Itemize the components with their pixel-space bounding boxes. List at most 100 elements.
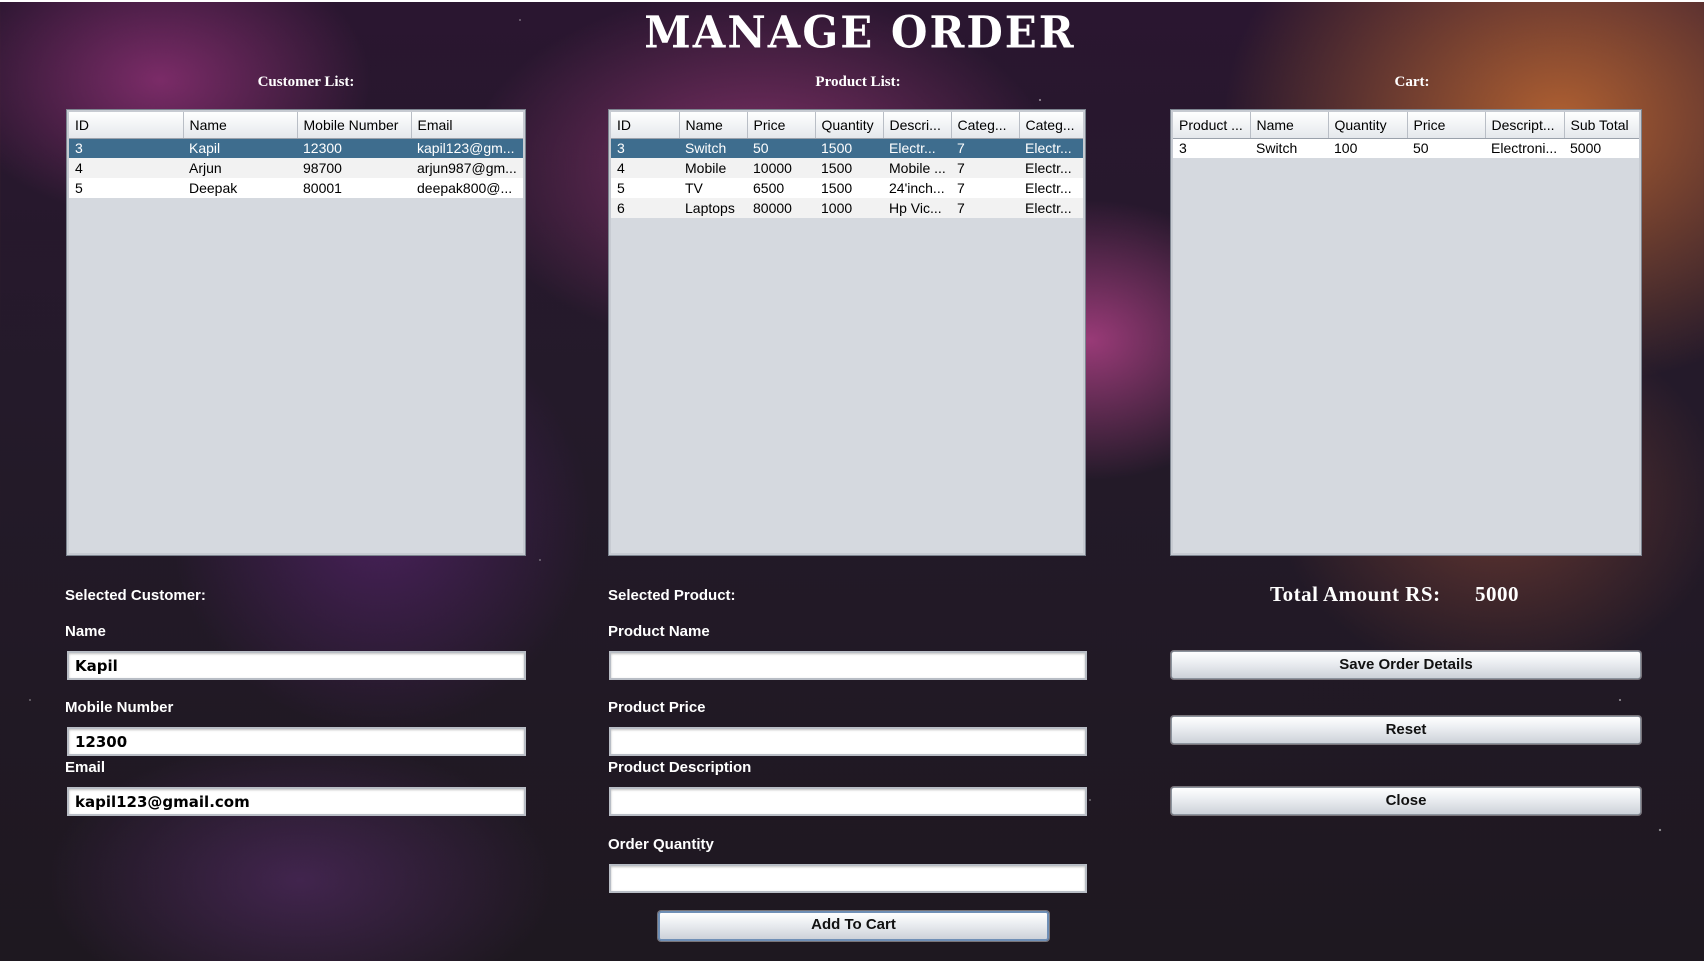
save-order-button[interactable]: Save Order Details [1171, 651, 1641, 679]
customer-table-cell: Kapil [183, 138, 297, 158]
customer-table-cell: 4 [69, 158, 183, 178]
product-name-label: Product Name [608, 623, 710, 640]
total-amount-label: Total Amount RS: [1270, 582, 1441, 606]
selected-customer-heading: Selected Customer: [65, 587, 206, 604]
customer-table-column-header[interactable]: Name [183, 112, 298, 139]
cart-table-cell: 5000 [1564, 138, 1639, 158]
product-table-column-header[interactable]: ID [611, 112, 680, 139]
product-table-cell: Laptops [679, 198, 747, 218]
cart-table[interactable]: Product ... Name Quantity Price Descript... S… [1171, 110, 1641, 555]
product-table-column-header[interactable]: Quantity [815, 112, 884, 139]
customer-table-column-header[interactable]: ID [69, 112, 184, 139]
cart-table-column-header[interactable]: Quantity [1328, 112, 1408, 139]
cart-table-header: Product ... Name Quantity Price Descript... S… [1173, 112, 1639, 139]
product-table[interactable]: ID Name Price Quantity Descri... Categ... Cate… [609, 110, 1085, 555]
product-table-cell: 1000 [815, 198, 883, 218]
cart-table-row[interactable]: 3 Switch 100 50 Electroni... 5000 [1173, 138, 1639, 158]
window-top-border [0, 0, 1704, 2]
cart-table-column-header[interactable]: Name [1250, 112, 1329, 139]
customer-table-cell: 12300 [297, 138, 411, 158]
customer-mobile-input[interactable]: 12300 [67, 727, 526, 756]
product-table-cell: 1500 [815, 158, 883, 178]
product-table-cell: TV [679, 178, 747, 198]
customer-table-column-header[interactable]: Email [411, 112, 523, 139]
cart-table-column-header[interactable]: Price [1407, 112, 1486, 139]
close-button[interactable]: Close [1171, 787, 1641, 815]
product-table-cell: 6 [611, 198, 679, 218]
product-table-row[interactable]: 4 Mobile 10000 1500 Mobile ... 7 Electr... [611, 158, 1083, 178]
product-table-cell: 7 [951, 178, 1019, 198]
cart-label: Cart: [1394, 74, 1430, 90]
product-name-input[interactable] [609, 651, 1087, 680]
customer-table-cell: Arjun [183, 158, 297, 178]
product-table-column-header[interactable]: Categ... [951, 112, 1020, 139]
product-table-cell: 3 [611, 138, 679, 158]
order-quantity-input[interactable] [609, 864, 1087, 893]
customer-list-label: Customer List: [257, 74, 355, 90]
product-table-cell: Electr... [1019, 158, 1083, 178]
customer-table-cell: 5 [69, 178, 183, 198]
product-table-cell: 7 [951, 158, 1019, 178]
product-table-cell: Electr... [1019, 178, 1083, 198]
customer-table[interactable]: ID Name Mobile Number Email 3 Kapil 12300 kapi… [67, 110, 525, 555]
product-table-row[interactable]: 5 TV 6500 1500 24'inch... 7 Electr... [611, 178, 1083, 198]
product-table-column-header[interactable]: Descri... [883, 112, 952, 139]
customer-table-header: ID Name Mobile Number Email [69, 112, 523, 139]
total-amount-value: 5000 [1475, 582, 1519, 606]
product-table-column-header[interactable]: Price [747, 112, 816, 139]
customer-table-row[interactable]: 3 Kapil 12300 kapil123@gm... [69, 138, 523, 158]
product-table-cell: 1500 [815, 138, 883, 158]
customer-table-cell: arjun987@gm... [411, 158, 523, 178]
cart-table-cell: 50 [1407, 138, 1485, 158]
product-table-cell: Electr... [1019, 138, 1083, 158]
cart-table-column-header[interactable]: Product ... [1173, 112, 1251, 139]
customer-table-cell: Deepak [183, 178, 297, 198]
customer-email-input[interactable]: kapil123@gmail.com [67, 787, 526, 816]
product-table-column-header[interactable]: Categ... [1019, 112, 1083, 139]
cart-table-column-header[interactable]: Sub Total [1564, 112, 1639, 139]
product-table-cell: 7 [951, 198, 1019, 218]
product-table-column-header[interactable]: Name [679, 112, 748, 139]
product-table-row[interactable]: 6 Laptops 80000 1000 Hp Vic... 7 Electr... [611, 198, 1083, 218]
cart-table-cell: 100 [1328, 138, 1407, 158]
product-table-row[interactable]: 3 Switch 50 1500 Electr... 7 Electr... [611, 138, 1083, 158]
product-table-header: ID Name Price Quantity Descri... Categ... Cate… [611, 112, 1083, 139]
product-table-cell: 50 [747, 138, 815, 158]
product-table-cell: 7 [951, 138, 1019, 158]
product-table-cell: Electr... [1019, 198, 1083, 218]
product-list-label: Product List: [815, 74, 901, 90]
cart-table-cell: Switch [1250, 138, 1328, 158]
product-table-cell: 10000 [747, 158, 815, 178]
reset-button[interactable]: Reset [1171, 716, 1641, 744]
product-table-cell: 4 [611, 158, 679, 178]
customer-table-cell: kapil123@gm... [411, 138, 523, 158]
customer-table-cell: 3 [69, 138, 183, 158]
page-title: MANAGE ORDER [644, 6, 1076, 59]
product-description-input[interactable] [609, 787, 1087, 816]
customer-email-label: Email [65, 759, 106, 776]
cart-table-cell: Electroni... [1485, 138, 1564, 158]
customer-table-row[interactable]: 4 Arjun 98700 arjun987@gm... [69, 158, 523, 178]
customer-name-label: Name [65, 623, 106, 640]
product-price-label: Product Price [608, 699, 706, 716]
customer-table-cell: 98700 [297, 158, 411, 178]
product-table-cell: 6500 [747, 178, 815, 198]
customer-mobile-label: Mobile Number [65, 699, 174, 716]
product-table-cell: 1500 [815, 178, 883, 198]
customer-table-row[interactable]: 5 Deepak 80001 deepak800@... [69, 178, 523, 198]
customer-table-cell: 80001 [297, 178, 411, 198]
add-to-cart-button[interactable]: Add To Cart [658, 911, 1049, 941]
selected-product-heading: Selected Product: [608, 587, 736, 604]
product-table-cell: Mobile [679, 158, 747, 178]
customer-name-input[interactable]: Kapil [67, 651, 526, 680]
order-quantity-label: Order Quantity [608, 836, 714, 853]
product-table-cell: 80000 [747, 198, 815, 218]
cart-table-column-header[interactable]: Descript... [1485, 112, 1565, 139]
cart-table-cell: 3 [1173, 138, 1250, 158]
product-price-input[interactable] [609, 727, 1087, 756]
product-table-cell: 24'inch... [883, 178, 951, 198]
product-description-label: Product Description [608, 759, 752, 776]
product-table-cell: Hp Vic... [883, 198, 951, 218]
customer-table-column-header[interactable]: Mobile Number [297, 112, 412, 139]
product-table-cell: Electr... [883, 138, 951, 158]
